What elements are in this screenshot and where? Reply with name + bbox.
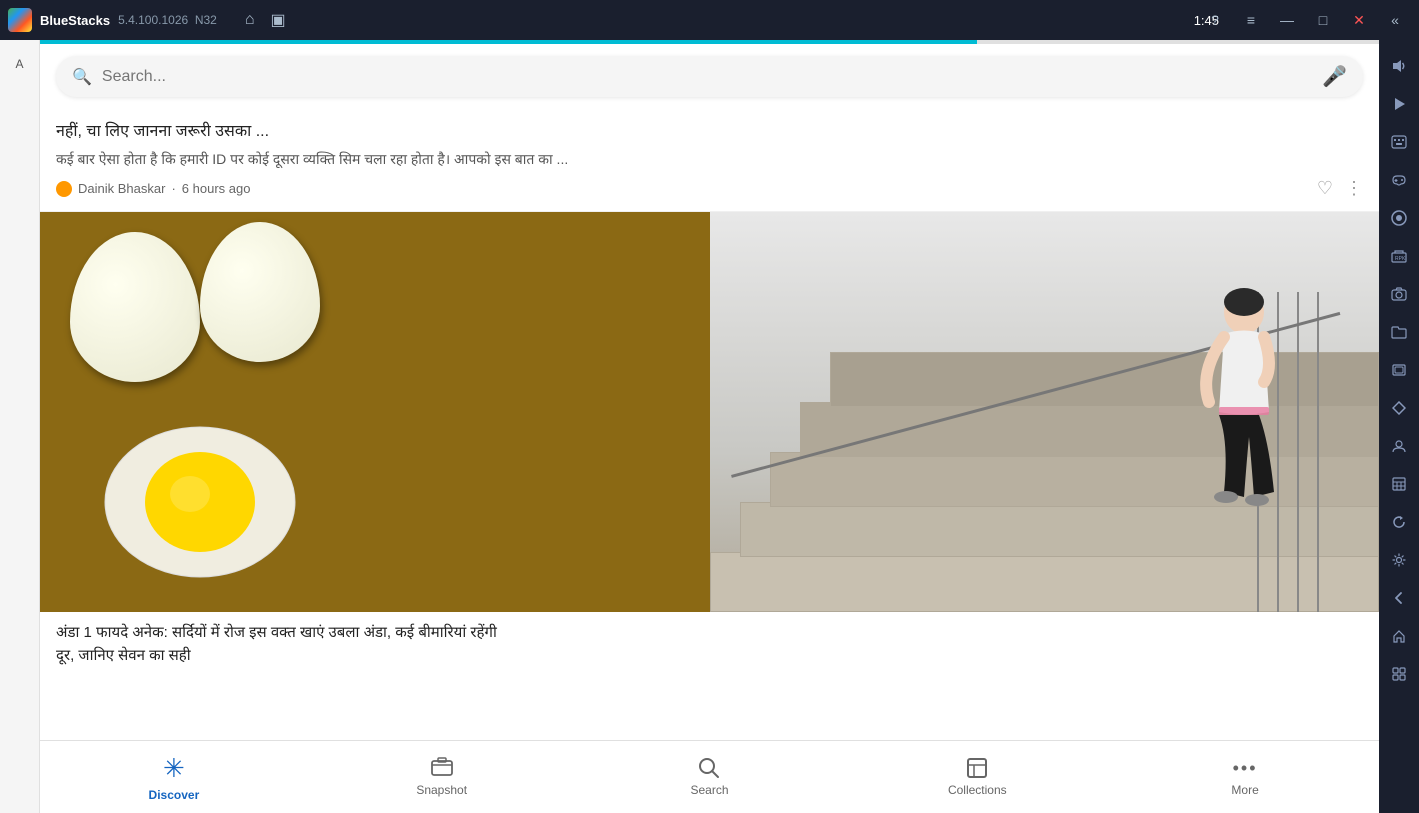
- home-nav-icon[interactable]: ⌂: [245, 11, 255, 29]
- back-arrow-button[interactable]: «: [1379, 4, 1411, 36]
- nav-discover[interactable]: ✳ Discover: [40, 745, 308, 810]
- search-icon: 🔍: [72, 67, 92, 87]
- more-icon: •••: [1233, 758, 1258, 779]
- egg-half-container: [100, 422, 300, 582]
- collections-label: Collections: [948, 783, 1007, 797]
- heart-icon[interactable]: ♡: [1317, 178, 1333, 199]
- card-actions: ♡ ⋮: [1317, 178, 1363, 199]
- app-name: BlueStacks: [40, 13, 110, 28]
- more-label: More: [1231, 783, 1258, 797]
- svg-text:RPK: RPK: [1395, 256, 1406, 262]
- sidebar-stack[interactable]: [1381, 466, 1417, 502]
- nav-collections[interactable]: Collections: [843, 749, 1111, 805]
- title-bar-nav: ⌂ ▣: [245, 10, 286, 30]
- search-input[interactable]: [102, 68, 1312, 86]
- search-bar-wrapper: 🔍 🎤: [40, 44, 1379, 109]
- sidebar-camera[interactable]: [1381, 276, 1417, 312]
- right-sidebar: RPK: [1379, 40, 1419, 813]
- running-image: [710, 212, 1380, 612]
- maximize-button[interactable]: □: [1307, 4, 1339, 36]
- sidebar-diamond[interactable]: [1381, 390, 1417, 426]
- sidebar-apps-btn[interactable]: [1381, 656, 1417, 692]
- sidebar-back[interactable]: [1381, 580, 1417, 616]
- search-nav-icon: [698, 757, 720, 779]
- run-scene: [710, 212, 1380, 612]
- scroll-content[interactable]: नहीं, चा लिए जानना जरूरी उसका ... कई बार…: [40, 109, 1379, 740]
- image-card-title: अंडा 1 फायदे अनेक: सर्दियों में रोज इस व…: [40, 612, 1379, 667]
- search-label: Search: [690, 783, 728, 797]
- person-svg: [1179, 282, 1299, 532]
- collections-icon: [966, 757, 988, 779]
- card-source: Dainik Bhaskar · 6 hours ago: [56, 181, 250, 197]
- time-ago: 6 hours ago: [182, 181, 251, 196]
- app-version: 5.4.100.1026 N32: [118, 13, 217, 27]
- more-dots-icon[interactable]: ⋮: [1345, 178, 1363, 199]
- discover-label: Discover: [149, 788, 200, 802]
- title-bar-controls: ? ≡ — □ ✕ «: [1199, 0, 1411, 40]
- title-bar-left: BlueStacks 5.4.100.1026 N32 ⌂ ▣: [8, 8, 286, 32]
- source-separator: ·: [171, 181, 175, 196]
- partial-card: नहीं, चा लिए जानना जरूरी उसका ... कई बार…: [40, 109, 1379, 212]
- bluestacks-logo: [8, 8, 32, 32]
- egg-whole-1: [70, 232, 200, 382]
- discover-icon: ✳: [163, 753, 185, 784]
- nav-more[interactable]: ••• More: [1111, 750, 1379, 805]
- search-bar: 🔍 🎤: [56, 56, 1363, 97]
- sidebar-play[interactable]: [1381, 86, 1417, 122]
- source-name: Dainik Bhaskar: [78, 181, 165, 196]
- partial-card-title: नहीं, चा लिए जानना जरूरी उसका ...: [56, 121, 1363, 143]
- title-bar: BlueStacks 5.4.100.1026 N32 ⌂ ▣ 1:45 ? ≡…: [0, 0, 1419, 40]
- sidebar-volume[interactable]: [1381, 48, 1417, 84]
- egg-svg: [100, 422, 300, 582]
- sidebar-layers[interactable]: [1381, 352, 1417, 388]
- partial-card-desc: कई बार ऐसा होता है कि हमारी ID पर कोई दू…: [56, 149, 1363, 170]
- square-nav-icon[interactable]: ▣: [271, 10, 286, 30]
- sidebar-home-btn[interactable]: [1381, 618, 1417, 654]
- sidebar-folder[interactable]: [1381, 314, 1417, 350]
- sidebar-settings[interactable]: [1381, 542, 1417, 578]
- nav-snapshot[interactable]: Snapshot: [308, 749, 576, 805]
- snapshot-icon: [430, 757, 454, 779]
- help-button[interactable]: ?: [1199, 4, 1231, 36]
- bottom-nav: ✳ Discover Snapshot Search: [40, 740, 1379, 813]
- close-button[interactable]: ✕: [1343, 4, 1375, 36]
- minimize-button[interactable]: —: [1271, 4, 1303, 36]
- main-layout: A 🔍 🎤 नहीं, चा लिए जानना जरूरी उसका ... …: [0, 40, 1419, 813]
- sidebar-rpk[interactable]: RPK: [1381, 238, 1417, 274]
- egg-scene: [40, 212, 710, 612]
- source-dot: [56, 181, 72, 197]
- left-sidebar-a[interactable]: A: [4, 48, 36, 80]
- card-meta: Dainik Bhaskar · 6 hours ago ♡ ⋮: [56, 178, 1363, 199]
- egg-whole-2: [200, 222, 320, 362]
- sidebar-record[interactable]: [1381, 200, 1417, 236]
- mic-icon[interactable]: 🎤: [1322, 64, 1347, 89]
- nav-search[interactable]: Search: [576, 749, 844, 805]
- egg-image: [40, 212, 710, 612]
- sidebar-gamepad[interactable]: [1381, 162, 1417, 198]
- sidebar-keyboard[interactable]: [1381, 124, 1417, 160]
- menu-button[interactable]: ≡: [1235, 4, 1267, 36]
- rail-4: [1317, 292, 1319, 612]
- content-area: 🔍 🎤 नहीं, चा लिए जानना जरूरी उसका ... कई…: [40, 40, 1379, 813]
- image-card: अंडा 1 फायदे अनेक: सर्दियों में रोज इस व…: [40, 212, 1379, 679]
- image-grid: [40, 212, 1379, 612]
- sidebar-refresh[interactable]: [1381, 504, 1417, 540]
- sidebar-profile[interactable]: [1381, 428, 1417, 464]
- snapshot-label: Snapshot: [416, 783, 467, 797]
- left-sidebar: A: [0, 40, 40, 813]
